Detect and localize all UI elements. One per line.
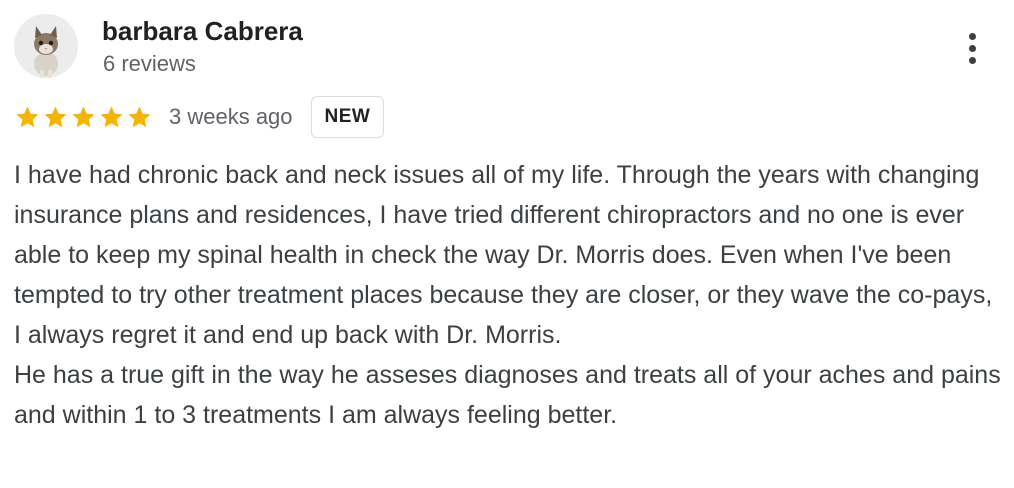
review-paragraph: He has a true gift in the way he asseses…: [14, 361, 1001, 429]
rating-row: 3 weeks ago NEW: [14, 96, 385, 138]
review-time: 3 weeks ago: [169, 104, 293, 129]
review-count[interactable]: 6 reviews: [103, 50, 196, 78]
review-paragraph: I have had chronic back and neck issues …: [14, 161, 993, 349]
review-text: I have had chronic back and neck issues …: [14, 155, 1004, 435]
star-rating: [14, 104, 153, 131]
more-vert-icon[interactable]: [958, 28, 986, 68]
star-icon: [128, 105, 151, 127]
avatar[interactable]: [14, 14, 78, 78]
star-icon: [72, 105, 95, 127]
new-badge: NEW: [310, 96, 385, 138]
reviewer-name[interactable]: barbara Cabrera: [102, 15, 303, 47]
star-icon: [44, 105, 67, 127]
menu-dot: [968, 32, 976, 40]
kitten-avatar-icon: [14, 14, 78, 78]
star-icon: [16, 105, 39, 127]
menu-dot: [968, 44, 976, 52]
menu-dot: [968, 56, 976, 64]
star-icon: [100, 105, 123, 127]
